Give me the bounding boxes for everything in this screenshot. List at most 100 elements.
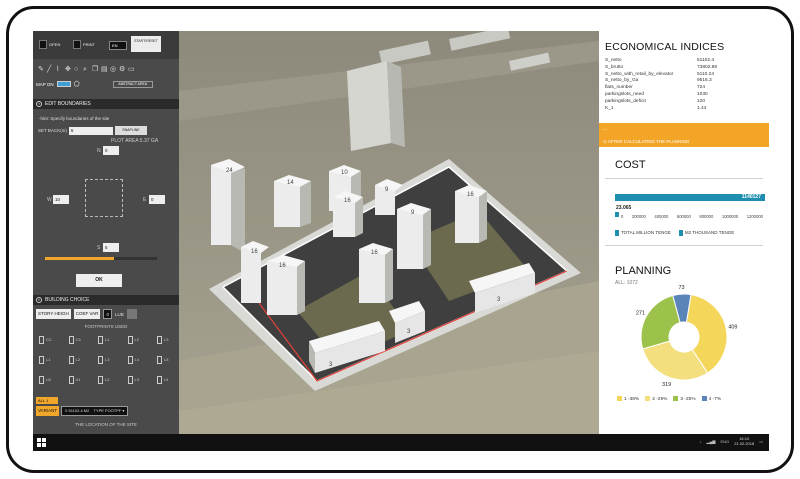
variant-select[interactable]: 0 51102.4 M2 TYPE FOOTPF ▾ bbox=[61, 406, 129, 416]
legend-item: 1 -38% bbox=[617, 396, 639, 402]
footprint-option[interactable]: L2 bbox=[98, 376, 118, 384]
footprint-option[interactable]: L3 bbox=[127, 376, 148, 384]
footprints-row-3: U2 U1 L2 L3 L4 bbox=[39, 376, 177, 384]
target-icon[interactable]: ◎ bbox=[110, 66, 117, 74]
table-row: S_netto 51102.4 bbox=[605, 58, 714, 63]
map-toggle[interactable] bbox=[56, 81, 71, 87]
building[interactable]: 16 bbox=[455, 185, 487, 243]
layers-icon[interactable]: ▤ bbox=[101, 66, 108, 74]
story-height-button[interactable]: STORY HEIGH bbox=[36, 309, 71, 319]
pie-value-label: 409 bbox=[728, 325, 737, 331]
pie-svg: 409 319 271 73 bbox=[636, 285, 738, 388]
lub-toggle[interactable] bbox=[126, 309, 137, 319]
building[interactable]: 24 bbox=[211, 159, 245, 253]
start-reset-button[interactable]: START/RESET bbox=[131, 36, 161, 52]
east-label: E bbox=[143, 197, 147, 203]
rectangle-icon[interactable]: ▭ bbox=[128, 66, 135, 74]
site-boundary-preview bbox=[85, 179, 123, 217]
banner-line-1: ... bbox=[603, 126, 608, 132]
language-indicator[interactable]: ENG bbox=[721, 439, 730, 444]
map-on-label: MAP ON bbox=[36, 81, 54, 87]
notifications-icon[interactable]: ▭ bbox=[759, 439, 763, 444]
footprint-option[interactable]: L2 bbox=[127, 336, 148, 344]
copy-icon[interactable]: ❐ bbox=[92, 66, 99, 74]
legend-swatch bbox=[615, 230, 619, 236]
setback-input[interactable]: 6 bbox=[68, 126, 113, 135]
abstract-area-button[interactable]: ABSTRACT AREA bbox=[112, 80, 153, 88]
building[interactable]: 16 bbox=[267, 255, 305, 315]
building[interactable]: 14 bbox=[274, 175, 311, 227]
footprint-option[interactable]: CC bbox=[39, 336, 59, 344]
network-icon[interactable]: ▂▄▆ bbox=[707, 439, 716, 444]
legend-item: 2 -29% bbox=[645, 396, 667, 402]
edit-boundaries-header[interactable]: ˄ EDIT BOUNDARIES bbox=[33, 99, 179, 109]
boundary-slider[interactable] bbox=[45, 257, 157, 260]
footprint-option[interactable]: U2 bbox=[39, 376, 59, 384]
circle-icon[interactable]: ○ bbox=[74, 66, 81, 74]
print-button[interactable]: PRINT bbox=[73, 40, 95, 49]
building[interactable]: 9 bbox=[397, 203, 431, 269]
footprint-icon bbox=[68, 356, 74, 364]
footprint-option[interactable]: L3 bbox=[157, 336, 177, 344]
building[interactable]: 16 bbox=[359, 243, 393, 303]
search-icon[interactable]: ⌕ bbox=[83, 66, 90, 74]
plot-area-label: PLOT AREA 5.37 GA bbox=[111, 138, 159, 144]
drawing-tools: ✎ ╱ ⌇ ✥ ○ ⌕ ❐ ▤ ◎ ⚙ ▭ bbox=[35, 61, 177, 79]
pie-slice-3 bbox=[640, 294, 681, 350]
footprint-option[interactable]: L1 bbox=[39, 356, 59, 364]
building-options-row: STORY HEIGH COEF VAR 0 LUB bbox=[36, 309, 137, 319]
north-input[interactable]: 0 bbox=[103, 146, 119, 155]
building-label: 16 bbox=[371, 250, 378, 256]
shape-icon[interactable]: ⬠ bbox=[74, 80, 80, 88]
legend-swatch bbox=[617, 396, 622, 401]
snapline-button[interactable]: SNAPLINE bbox=[114, 126, 147, 135]
legend-swatch bbox=[678, 230, 683, 236]
tick-label: 400000 bbox=[654, 214, 669, 219]
east-input[interactable]: 0 bbox=[149, 195, 165, 204]
tick-label: 0 bbox=[621, 214, 624, 219]
coef-select[interactable]: 0 bbox=[103, 309, 112, 319]
footprint-option[interactable]: L3 bbox=[98, 356, 118, 364]
west-label: W bbox=[47, 197, 52, 203]
map-3d-view[interactable]: 24 14 10 16 16 9 16 16 3 3 9 16 3 bbox=[179, 31, 599, 434]
footprint-option[interactable]: L2 bbox=[68, 356, 89, 364]
clock[interactable]: 16:10 21.02.2018 bbox=[734, 436, 754, 446]
south-input[interactable]: 5 bbox=[103, 243, 119, 252]
volume-icon[interactable]: ♪ bbox=[700, 439, 702, 444]
footprint-option[interactable]: L5 bbox=[157, 356, 177, 364]
footprint-option[interactable]: L4 bbox=[127, 356, 148, 364]
building-choice-header[interactable]: ˄ BUILDING CHOICE bbox=[33, 295, 179, 305]
footprint-icon bbox=[39, 376, 44, 384]
planning-title: PLANNING bbox=[615, 265, 672, 277]
legend-item: M2 THOUSAND TENGE bbox=[678, 230, 734, 236]
building[interactable]: 16 bbox=[333, 191, 363, 237]
language-select[interactable]: EN bbox=[109, 41, 127, 50]
system-tray: ♪ ▂▄▆ ENG 16:10 21.02.2018 ▭ bbox=[700, 436, 763, 446]
footprint-option[interactable]: L4 bbox=[157, 376, 177, 384]
line-icon[interactable]: ╱ bbox=[47, 66, 54, 74]
pencil-icon[interactable]: ✎ bbox=[38, 66, 45, 74]
chevron-down-icon: ▾ bbox=[122, 408, 125, 413]
footprint-icon bbox=[68, 376, 74, 384]
move-icon[interactable]: ✥ bbox=[65, 66, 72, 74]
printer-icon bbox=[73, 40, 81, 49]
building-label: 16 bbox=[251, 249, 258, 255]
left-panel: OPEN PRINT EN START/RESET ✎ ╱ ⌇ ✥ ○ ⌕ ❐ … bbox=[33, 31, 179, 434]
footprint-option[interactable]: C3 bbox=[68, 336, 89, 344]
footprint-icon bbox=[98, 336, 103, 344]
footprint-icon bbox=[127, 336, 133, 344]
windows-start-icon[interactable] bbox=[37, 438, 46, 447]
footprint-option[interactable]: L1 bbox=[98, 336, 118, 344]
ok-button[interactable]: OK bbox=[76, 274, 122, 287]
legend-swatch bbox=[673, 396, 679, 401]
coef-var-button[interactable]: COEF VAR bbox=[73, 309, 101, 319]
gear-icon[interactable]: ⚙ bbox=[119, 66, 126, 74]
top-toolbar: OPEN PRINT EN START/RESET bbox=[33, 31, 179, 59]
west-input[interactable]: 10 bbox=[53, 195, 69, 204]
footprint-icon bbox=[127, 376, 133, 384]
polyline-icon[interactable]: ⌇ bbox=[56, 66, 63, 74]
open-button[interactable]: OPEN bbox=[39, 40, 60, 49]
after-calculating-toggle[interactable]: ⊙ AFTER CALCULATING THE PLANNING bbox=[603, 139, 689, 145]
footprint-option[interactable]: U1 bbox=[68, 376, 89, 384]
all-tab[interactable]: ALL 1 bbox=[36, 397, 58, 404]
